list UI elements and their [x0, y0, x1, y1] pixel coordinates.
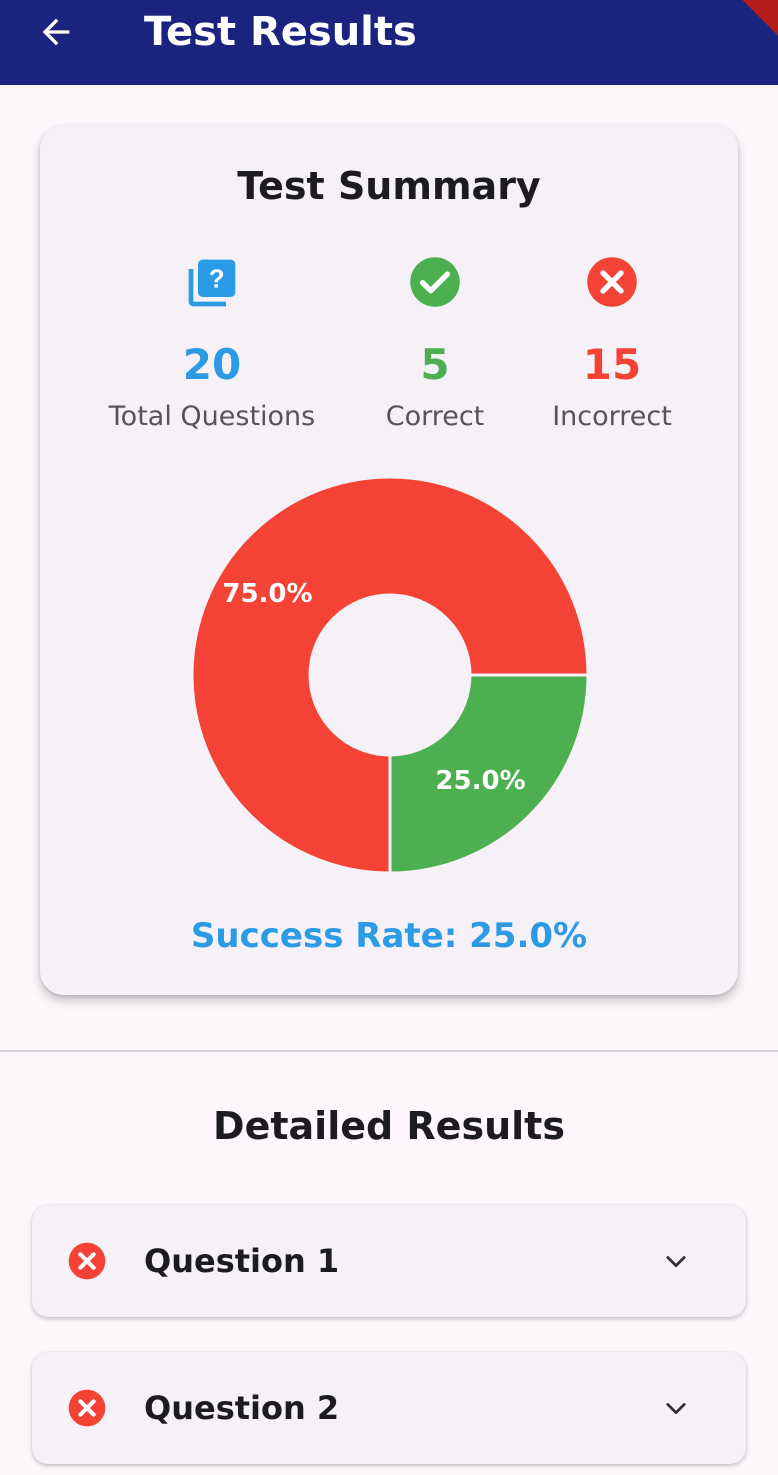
chevron-down-icon[interactable]	[662, 1394, 690, 1422]
divider	[0, 1050, 778, 1052]
cancel-circle-icon	[68, 1242, 106, 1280]
success-rate: Success Rate: 25.0%	[190, 916, 588, 956]
correct-value: 5	[420, 340, 450, 389]
cancel-circle-icon	[587, 257, 637, 307]
debug-banner	[726, 0, 778, 42]
question-label: Question 1	[144, 1242, 340, 1280]
incorrect-label: Incorrect	[552, 401, 672, 432]
detailed-results-title: Detailed Results	[213, 1104, 565, 1148]
chevron-down-icon[interactable]	[662, 1247, 690, 1275]
total-questions-value: 20	[182, 340, 242, 389]
stat-total-questions: ? 20 Total Questions	[100, 255, 324, 445]
check-circle-icon	[410, 257, 460, 307]
donut-label-correct: 25.0%	[435, 766, 525, 796]
summary-title: Test Summary	[237, 164, 541, 208]
svg-text:?: ?	[209, 266, 225, 294]
question-item[interactable]: Question 2	[32, 1352, 746, 1464]
incorrect-value: 15	[582, 340, 642, 389]
cancel-circle-icon	[68, 1389, 106, 1427]
stat-incorrect: 15 Incorrect	[540, 255, 684, 445]
donut-label-incorrect: 75.0%	[222, 579, 312, 609]
total-questions-label: Total Questions	[108, 401, 316, 432]
question-label: Question 2	[144, 1389, 340, 1427]
stat-correct: 5 Correct	[372, 255, 498, 445]
arrow-back-icon[interactable]	[36, 12, 76, 52]
question-item[interactable]: Question 1	[32, 1205, 746, 1317]
page-title: Test Results	[144, 9, 417, 55]
results-donut-chart: 25.0% 75.0%	[190, 475, 590, 875]
correct-label: Correct	[385, 401, 485, 432]
app-bar: Test Results	[0, 0, 778, 85]
quiz-icon: ?	[188, 259, 236, 307]
